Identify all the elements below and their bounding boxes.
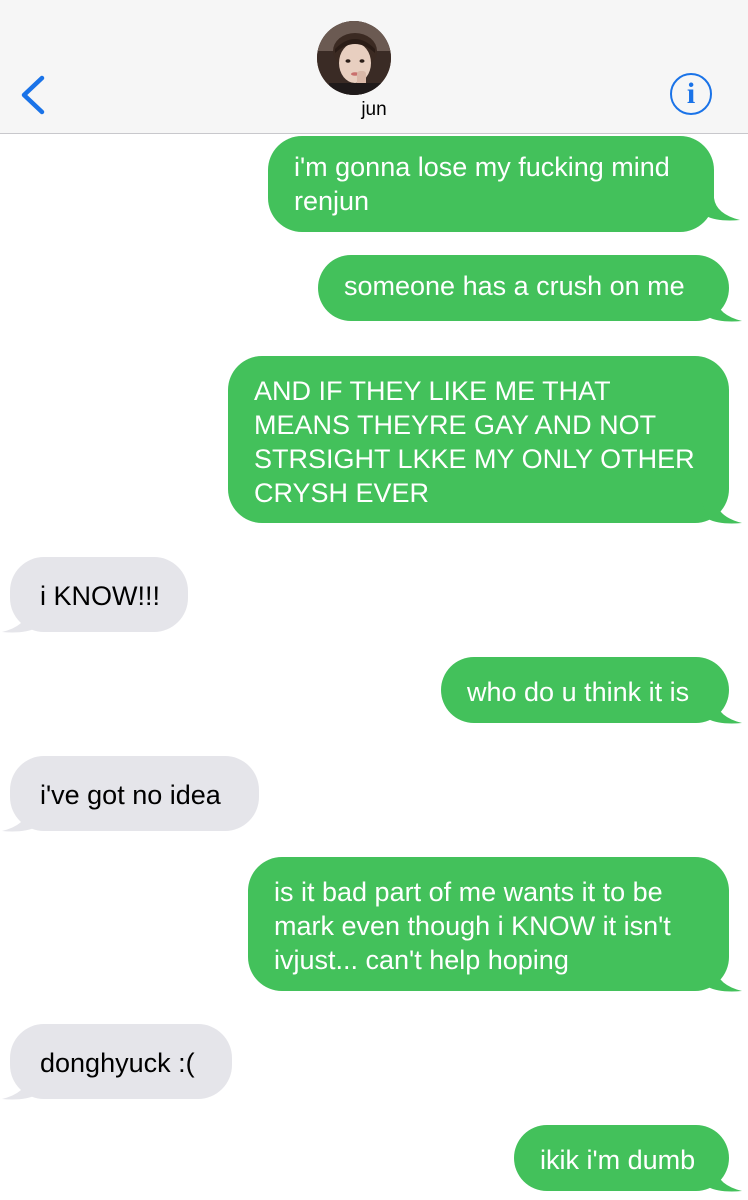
received-bubble-tail: [2, 1077, 42, 1100]
message-text: who do u think it is: [467, 677, 690, 707]
sent-message-bubble[interactable]: AND IF THEY LIKE ME THAT MEANS THEYRE GA…: [228, 356, 729, 523]
message-text: AND IF THEY LIKE ME THAT MEANS THEYRE GA…: [254, 376, 695, 508]
sent-bubble-tail: [702, 701, 742, 724]
sent-bubble-tail: [700, 198, 740, 221]
contact-name[interactable]: jun: [0, 99, 748, 121]
sent-bubble-tail: [702, 299, 742, 322]
contact-avatar[interactable]: [317, 21, 391, 95]
message-text: i'm gonna lose my fucking mind renjun: [294, 152, 670, 216]
message-text: donghyuck :(: [40, 1048, 195, 1078]
sent-message-bubble[interactable]: ikik i'm dumb: [514, 1125, 729, 1191]
sent-message-bubble[interactable]: is it bad part of me wants it to be mark…: [248, 857, 729, 991]
message-text: is it bad part of me wants it to be mark…: [274, 877, 671, 975]
sent-message-bubble[interactable]: i'm gonna lose my fucking mind renjun: [268, 136, 714, 232]
received-bubble-tail: [2, 809, 42, 832]
sent-bubble-tail: [702, 969, 742, 992]
messages-screen: jun i i'm gonna lose my fucking mind ren…: [0, 0, 748, 1200]
info-icon: i: [686, 77, 696, 110]
sent-bubble-tail: [702, 1169, 742, 1192]
received-message-bubble[interactable]: donghyuck :(: [10, 1024, 232, 1099]
message-text: someone has a crush on me: [344, 271, 685, 301]
received-message-bubble[interactable]: i've got no idea: [10, 756, 259, 831]
avatar-photo: [317, 21, 391, 95]
received-bubble-tail: [2, 610, 42, 633]
info-button[interactable]: i: [670, 73, 712, 115]
message-text: ikik i'm dumb: [540, 1145, 696, 1175]
sent-message-bubble[interactable]: someone has a crush on me: [318, 255, 729, 321]
message-text: i KNOW!!!: [40, 581, 160, 611]
sent-message-bubble[interactable]: who do u think it is: [441, 657, 729, 723]
conversation-header: jun i: [0, 0, 748, 134]
sent-bubble-tail: [702, 501, 742, 524]
message-text: i've got no idea: [40, 780, 221, 810]
